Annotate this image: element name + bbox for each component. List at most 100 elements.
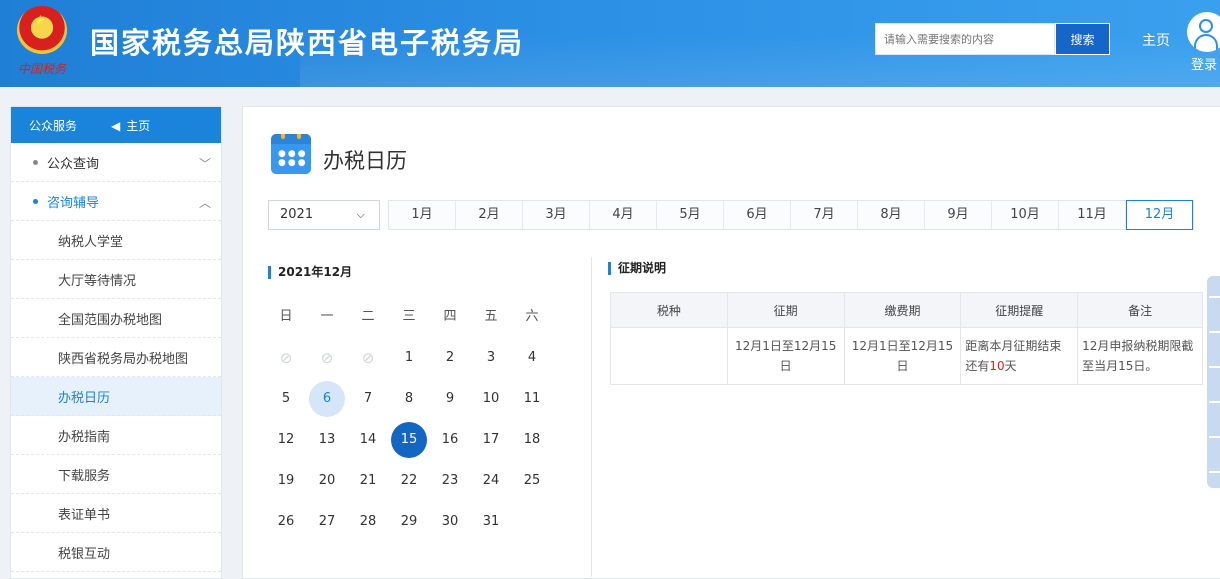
year-select[interactable]: 2021 ⌵ xyxy=(268,200,380,230)
period-title: 征期说明 xyxy=(608,262,666,275)
month-tab[interactable]: 11月 xyxy=(1059,201,1126,229)
table-cell: 12月1日至12月15日 xyxy=(726,327,845,385)
calendar-day[interactable]: 22 xyxy=(391,463,427,499)
sidebar-item-label: 税银互动 xyxy=(58,546,111,562)
calendar-day[interactable]: 1 xyxy=(391,340,427,376)
weekday-label: 一 xyxy=(320,309,334,324)
calendar-day[interactable]: 29 xyxy=(391,504,427,540)
sidebar-home-button[interactable]: ◀ 主页 xyxy=(111,117,150,134)
page-title: 办税日历 xyxy=(323,149,407,173)
calendar-day[interactable]: 26 xyxy=(268,504,304,540)
calendar-title: 2021年12月 xyxy=(268,266,352,279)
disabled-day-icon: ⊘ xyxy=(361,349,375,367)
calendar-day[interactable]: 17 xyxy=(473,422,509,458)
month-tab[interactable]: 5月 xyxy=(657,201,724,229)
calendar-day[interactable]: 6 xyxy=(309,381,345,417)
calendar-day[interactable]: 21 xyxy=(350,463,386,499)
month-tab[interactable]: 3月 xyxy=(523,201,590,229)
chevron-down-icon: ⌵ xyxy=(356,208,365,221)
sidebar-item[interactable]: 大厅等待情况 xyxy=(11,260,221,299)
calendar-day[interactable]: 14 xyxy=(350,422,386,458)
sidebar-item-label: 陕西省税务局办税地图 xyxy=(58,351,189,367)
calendar-day[interactable]: 2 xyxy=(432,340,468,376)
sidebar-section-label: 公众服务 xyxy=(29,118,78,133)
sidebar-item[interactable]: 纳税人学堂 xyxy=(11,221,221,260)
calendar-day[interactable]: 19 xyxy=(268,463,304,499)
reminder-unit: 天 xyxy=(1004,359,1017,373)
month-tab[interactable]: 2月 xyxy=(456,201,523,229)
bullet-icon xyxy=(33,159,38,165)
calendar-day[interactable]: 8 xyxy=(391,381,427,417)
month-tab[interactable]: 12月 xyxy=(1126,200,1193,230)
calendar-day[interactable]: 20 xyxy=(309,463,345,499)
table-header-cell: 征期提醒 xyxy=(960,292,1079,328)
calendar-day[interactable]: 12 xyxy=(268,422,304,458)
calendar-day[interactable]: 11 xyxy=(514,381,550,417)
table-header-cell: 备注 xyxy=(1077,292,1203,328)
calendar-day[interactable]: 5 xyxy=(268,381,304,417)
sidebar-item[interactable]: 陕西省税务局办税地图 xyxy=(11,338,221,377)
sidebar-item[interactable]: 税银互动 xyxy=(11,533,221,572)
chevron-up-icon: ︿ xyxy=(198,196,211,210)
search-input[interactable] xyxy=(875,23,1055,55)
section-divider xyxy=(591,257,592,577)
month-tab[interactable]: 4月 xyxy=(590,201,657,229)
calendar-day[interactable]: 27 xyxy=(309,504,345,540)
weekday-label: 四 xyxy=(443,309,457,324)
table-header-cell: 征期 xyxy=(726,292,845,328)
sidebar-home-label: 主页 xyxy=(126,118,151,133)
national-emblem-icon: ★ xyxy=(17,6,67,54)
month-tabs: 1月 2月 3月 4月 5月 6月 7月 8月 9月 10月 11月 12月 xyxy=(388,200,1194,230)
user-icon[interactable] xyxy=(1187,12,1220,52)
sidebar-item[interactable]: 咨询辅导 ︿ xyxy=(11,182,221,221)
main-panel: ●●● ●●● 办税日历 2021 ⌵ 1月 2月 3月 4月 5月 6月 7月 8月 9月 10月… xyxy=(242,106,1220,579)
month-tab[interactable]: 7月 xyxy=(791,201,858,229)
calendar-day[interactable]: 31 xyxy=(473,504,509,540)
calendar-day[interactable]: 16 xyxy=(432,422,468,458)
site-title: 国家税务总局陕西省电子税务局 xyxy=(90,26,525,60)
calendar-day[interactable]: 4 xyxy=(514,340,550,376)
calendar-day[interactable]: 25 xyxy=(514,463,550,499)
calendar-day[interactable]: 23 xyxy=(432,463,468,499)
calendar-day[interactable]: 10 xyxy=(473,381,509,417)
table-header-cell: 税种 xyxy=(610,292,728,328)
calendar-day[interactable]: 7 xyxy=(350,381,386,417)
login-link[interactable]: 登录 xyxy=(1191,54,1217,73)
sidebar-item[interactable]: 办税指南 xyxy=(11,416,221,455)
month-tab[interactable]: 1月 xyxy=(389,201,456,229)
chevron-down-icon: ﹀ xyxy=(198,157,211,171)
sidebar-item[interactable]: 下载服务 xyxy=(11,455,221,494)
sidebar-item-label: 办税指南 xyxy=(58,429,111,445)
table-cell xyxy=(610,327,728,385)
weekday-label: 三 xyxy=(402,309,416,324)
table-cell: 12月申报纳税期限截至当月15日。 xyxy=(1077,327,1203,385)
calendar-day[interactable]: 18 xyxy=(514,422,550,458)
sidebar-item[interactable]: 表证单书 xyxy=(11,494,221,533)
calendar-day[interactable]: 24 xyxy=(473,463,509,499)
floating-toolbar[interactable] xyxy=(1207,276,1220,488)
sidebar-item[interactable]: 公众查询 ﹀ xyxy=(11,143,221,182)
calendar-day[interactable]: 13 xyxy=(309,422,345,458)
search-button[interactable]: 搜索 xyxy=(1055,23,1110,55)
sidebar-item-label: 表证单书 xyxy=(58,507,111,523)
sidebar-item[interactable]: 办税日历 xyxy=(11,377,221,416)
table-cell: 12月1日至12月15日 xyxy=(843,327,962,385)
sidebar-item-label: 下载服务 xyxy=(58,468,111,484)
sidebar-item-label: 办税日历 xyxy=(58,390,111,406)
sidebar-item-label: 纳税人学堂 xyxy=(58,234,124,250)
home-link[interactable]: 主页 xyxy=(1142,30,1170,50)
back-arrow-icon: ◀ xyxy=(111,118,121,133)
calendar-day[interactable]: 28 xyxy=(350,504,386,540)
month-tab[interactable]: 10月 xyxy=(992,201,1059,229)
sidebar-header: 公众服务 ◀ 主页 xyxy=(11,107,221,143)
calendar-day[interactable]: 3 xyxy=(473,340,509,376)
calendar-day[interactable]: 9 xyxy=(432,381,468,417)
calendar-day[interactable]: 15 xyxy=(391,422,427,458)
month-tab[interactable]: 9月 xyxy=(925,201,992,229)
month-tab[interactable]: 8月 xyxy=(858,201,925,229)
year-select-value: 2021 xyxy=(280,207,314,222)
month-tab[interactable]: 6月 xyxy=(724,201,791,229)
disabled-day-icon: ⊘ xyxy=(320,349,334,367)
calendar-day[interactable]: 30 xyxy=(432,504,468,540)
sidebar-item[interactable]: 全国范围办税地图 xyxy=(11,299,221,338)
